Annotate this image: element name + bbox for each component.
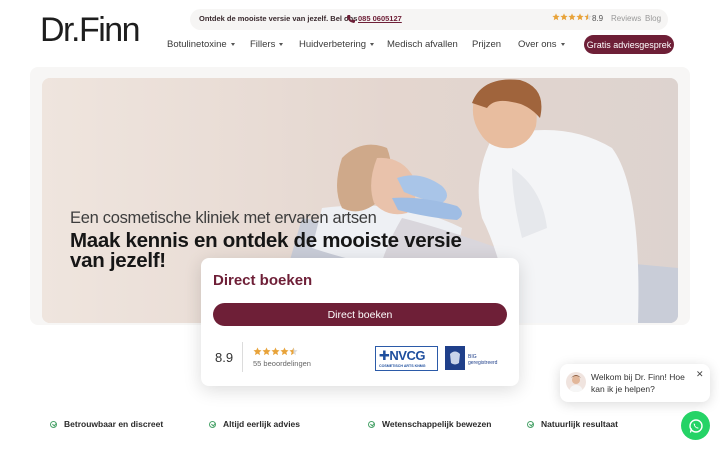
check-circle-icon (527, 420, 534, 428)
nav-item-label: Prijzen (472, 39, 502, 50)
phone-link[interactable]: 085 0605127 (358, 14, 402, 23)
direct-book-button[interactable]: Direct boeken (213, 303, 507, 326)
check-circle-icon (209, 420, 216, 428)
star-icon (289, 347, 298, 356)
nav-item-huidverbetering[interactable]: Huidverbetering (299, 39, 375, 50)
big-logo-line2: geregistreerd (468, 360, 498, 366)
chat-message: Welkom bij Dr. Finn! Hoe kan ik je helpe… (591, 372, 685, 394)
star-icon (576, 13, 584, 21)
chevron-down-icon (230, 43, 235, 46)
nvcg-logo: ✚NVCG COSMETISCH ARTS KNMG (375, 346, 438, 371)
star-icon (552, 13, 560, 21)
logo[interactable]: Dr.Finn (40, 12, 141, 48)
nav-item-label: Medisch afvallen (387, 39, 458, 50)
booking-card: Direct boeken Direct boeken 8.9 55 beoor… (201, 258, 519, 386)
avatar (566, 372, 586, 392)
blog-link[interactable]: Blog (645, 14, 661, 23)
review-stars (253, 347, 298, 356)
nav-item-fillers[interactable]: Fillers (250, 39, 284, 50)
feature-label: Wetenschappelijk bewezen (382, 419, 492, 429)
nav-item-prijzen[interactable]: Prijzen (472, 39, 501, 50)
chevron-down-icon (370, 43, 375, 46)
booking-title: Direct boeken (213, 272, 313, 289)
star-icon (253, 347, 262, 356)
star-icon (560, 13, 568, 21)
rating-stars (552, 13, 592, 21)
big-register-logo: BIG geregistreerd (445, 346, 497, 371)
feature-item: Betrouwbaar en discreet (50, 419, 163, 429)
check-circle-icon (368, 420, 375, 428)
crest-icon (445, 346, 465, 370)
star-icon (584, 13, 592, 21)
feature-item: Altijd eerlijk advies (209, 419, 300, 429)
feature-label: Altijd eerlijk advies (223, 419, 301, 429)
promo-text: Ontdek de mooiste versie van jezelf. Bel… (199, 14, 358, 23)
star-icon (262, 347, 271, 356)
nav-item-botulinetoxine[interactable]: Botulinetoxine (167, 39, 235, 50)
chat-popup[interactable]: Welkom bij Dr. Finn! Hoe kan ik je helpe… (560, 364, 710, 402)
nvcg-logo-text: ✚NVCG (379, 348, 425, 363)
nav-item-label: Botulinetoxine (167, 39, 227, 50)
feature-label: Natuurlijk resultaat (541, 419, 618, 429)
nvcg-logo-subtitle: COSMETISCH ARTS KNMG (379, 364, 426, 368)
reviews-link[interactable]: Reviews (611, 14, 641, 23)
feature-item: Wetenschappelijk bewezen (368, 419, 491, 429)
top-bar: Ontdek de mooiste versie van jezelf. Bel… (190, 9, 668, 30)
star-icon (280, 347, 289, 356)
chevron-down-icon (560, 43, 565, 46)
nav-item-label: Huidverbetering (299, 39, 367, 50)
close-icon[interactable]: ✕ (696, 369, 704, 380)
whatsapp-icon (688, 418, 703, 433)
phone-icon (347, 15, 355, 23)
free-consultation-button[interactable]: Gratis adviesgesprek (584, 35, 674, 54)
hero-subtitle: Een cosmetische kliniek met ervaren arts… (70, 209, 377, 227)
review-count: 55 beoordelingen (253, 359, 311, 368)
whatsapp-button[interactable] (681, 411, 710, 440)
star-icon (568, 13, 576, 21)
feature-item: Natuurlijk resultaat (527, 419, 618, 429)
rating-score: 8.9 (592, 14, 604, 23)
nav-item-label: Fillers (250, 39, 276, 50)
nav-item-over-ons[interactable]: Over ons (518, 39, 565, 50)
star-icon (271, 347, 280, 356)
feature-label: Betrouwbaar en discreet (64, 419, 164, 429)
check-circle-icon (50, 420, 57, 428)
nav-item-label: Over ons (518, 39, 557, 50)
chevron-down-icon (279, 43, 284, 46)
divider (242, 342, 243, 372)
nav-item-medisch-afvallen[interactable]: Medisch afvallen (387, 39, 458, 50)
review-score: 8.9 (215, 350, 234, 365)
